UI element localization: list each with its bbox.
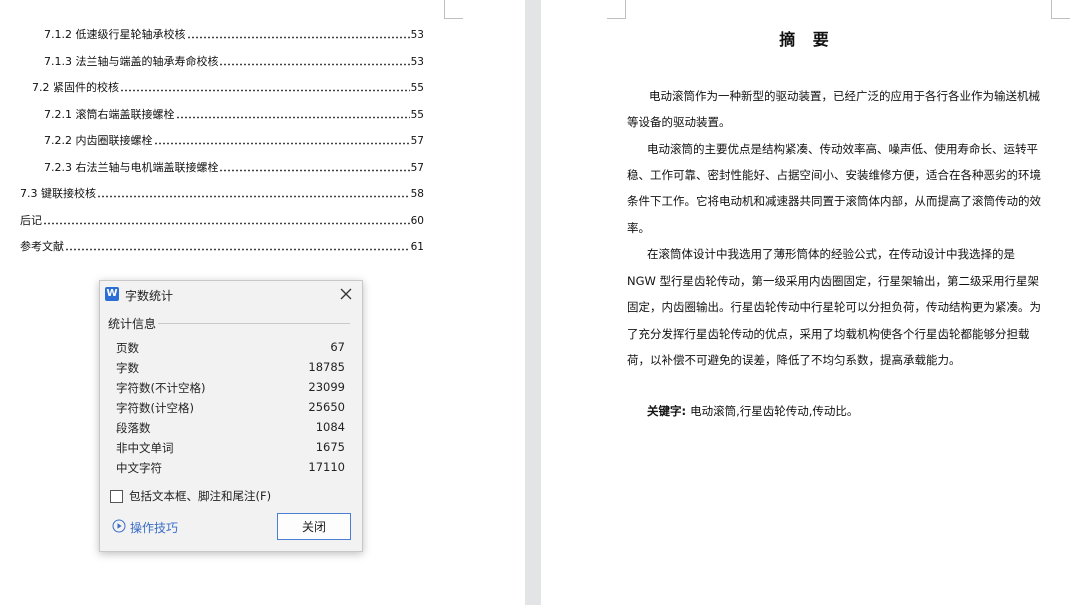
abstract-text-line: 固定，内齿圈输出。行星齿轮传动中行星轮可以分担负荷，传动结构更为紧凑。为 [627, 300, 1041, 314]
toc-entry-title: 7.1.3 法兰轴与端盖的轴承寿命校核 [44, 55, 219, 68]
stat-row-pages: 页数 67 [116, 337, 345, 357]
stat-label: 字符数(不计空格) [116, 381, 206, 395]
stat-row-chinese-chars: 中文字符 17110 [116, 457, 345, 477]
toc-leader-dots [43, 222, 410, 225]
tips-link[interactable]: 操作技巧 [112, 519, 178, 536]
toc-entry-title: 7.2 紧固件的校核 [32, 81, 119, 94]
page-corner-mark [444, 0, 463, 19]
abstract-text-line: 条件下工作。它将电动机和减速器共同置于滚筒体内部，从而提高了滚筒传动的效 [627, 194, 1041, 208]
stat-row-chars-with-spaces: 字符数(计空格) 25650 [116, 397, 345, 417]
stat-value: 23099 [308, 380, 345, 394]
toc-entry-page: 57 [410, 135, 424, 147]
abstract-title: 摘 要 [779, 30, 835, 49]
stat-value: 18785 [308, 360, 345, 374]
toc-leader-dots [97, 195, 410, 198]
close-icon[interactable] [336, 284, 356, 304]
toc-entry-page: 60 [410, 215, 424, 227]
toc-entry-page: 55 [410, 109, 424, 121]
stat-row-chars-no-spaces: 字符数(不计空格) 23099 [116, 377, 345, 397]
stat-label: 中文字符 [116, 461, 162, 475]
toc-entry[interactable]: 7.2.3 右法兰轴与电机端盖联接螺栓 57 [44, 157, 424, 175]
abstract-text-line: 荷，以补偿不可避免的误差，降低了不均匀系数，提高承载能力。 [627, 353, 961, 367]
toc-leader-dots [219, 169, 410, 172]
stat-row-non-chinese-words: 非中文单词 1675 [116, 437, 345, 457]
stat-label: 字符数(计空格) [116, 401, 194, 415]
toc-leader-dots [175, 116, 410, 119]
tips-label: 操作技巧 [130, 521, 179, 535]
dialog-titlebar[interactable]: W 字数统计 [100, 281, 362, 307]
stat-value: 67 [330, 340, 345, 354]
stat-value: 25650 [308, 400, 345, 414]
section-divider [158, 323, 350, 324]
abstract-text-line: 率。 [627, 221, 650, 235]
keywords-label: 关键字: [647, 404, 687, 418]
dialog-title: 字数统计 [125, 289, 174, 303]
toc-leader-dots [186, 36, 410, 39]
abstract-text-line: 稳、工作可靠、密封性能好、占据空间小、安装维修方便，适合在各种恶劣的环境 [627, 168, 1041, 182]
toc-entry-title: 7.3 键联接校核 [20, 187, 96, 200]
page-corner-mark [607, 0, 626, 19]
keywords-line: 关键字: 电动滚筒,行星齿轮传动,传动比。 [647, 403, 858, 419]
toc-entry-title: 7.2.3 右法兰轴与电机端盖联接螺栓 [44, 161, 219, 174]
toc-entry-title: 后记 [20, 214, 42, 227]
toc-entry-page: 61 [410, 241, 424, 253]
include-textbox-footnotes-checkbox[interactable]: 包括文本框、脚注和尾注(F) [110, 488, 271, 504]
toc-entry-title: 7.2.2 内齿圈联接螺栓 [44, 134, 153, 147]
stat-value: 1675 [315, 440, 345, 454]
stat-label: 页数 [116, 341, 139, 355]
abstract-text-line: 等设备的驱动装置。 [627, 115, 731, 129]
toc-entry-title: 7.2.1 滚筒右端盖联接螺栓 [44, 108, 175, 121]
toc-entry[interactable]: 7.1.3 法兰轴与端盖的轴承寿命校核 53 [44, 51, 424, 69]
stat-label: 非中文单词 [116, 441, 174, 455]
toc-entry[interactable]: 7.1.2 低速级行星轮轴承校核 53 [44, 24, 424, 42]
abstract-text-line: 电动滚筒作为一种新型的驱动装置，已经广泛的应用于各行各业作为输送机械 [649, 89, 1040, 103]
app-logo-icon: W [105, 287, 119, 301]
stat-value: 17110 [308, 460, 345, 474]
abstract-text-line: 在滚筒体设计中我选用了薄形筒体的经验公式，在传动设计中我选择的是 [647, 247, 1015, 261]
toc-entry-title: 参考文献 [20, 240, 64, 253]
toc-entry-page: 53 [410, 56, 424, 68]
toc-entry-page: 57 [410, 162, 424, 174]
toc-leader-dots [65, 248, 410, 251]
toc-entry-page: 53 [410, 29, 424, 41]
toc-entry-page: 58 [410, 188, 424, 200]
toc-entry[interactable]: 7.3 键联接校核 58 [20, 183, 424, 201]
word-count-dialog: W 字数统计 统计信息 页数 67 字数 18785 字符数(不计空格) 230… [99, 280, 363, 552]
toc-leader-dots [153, 142, 410, 145]
page-gap [525, 0, 541, 605]
abstract-text-line: 了充分发挥行星齿轮传动的优点，采用了均载机构使各个行星齿轮都能够分担载 [627, 327, 1030, 341]
toc-entry[interactable]: 7.2 紧固件的校核 55 [32, 77, 424, 95]
toc-entry[interactable]: 参考文献 61 [20, 236, 424, 254]
document-page-right: 摘 要 电动滚筒作为一种新型的驱动装置，已经广泛的应用于各行各业作为输送机械 等… [541, 0, 1073, 605]
stats-section-label: 统计信息 [108, 317, 157, 331]
toc-entry-title: 7.1.2 低速级行星轮轴承校核 [44, 28, 186, 41]
stat-label: 段落数 [116, 421, 151, 435]
checkbox-label: 包括文本框、脚注和尾注(F) [129, 489, 272, 503]
checkbox-box[interactable] [110, 489, 123, 503]
toc-entry[interactable]: 后记 60 [20, 210, 424, 228]
close-button[interactable]: 关闭 [277, 513, 351, 540]
stat-value: 1084 [315, 420, 345, 434]
stat-row-paragraphs: 段落数 1084 [116, 417, 345, 437]
toc-entry[interactable]: 7.2.2 内齿圈联接螺栓 57 [44, 130, 424, 148]
stat-row-words: 字数 18785 [116, 357, 345, 377]
play-circle-icon [112, 519, 130, 536]
stat-label: 字数 [116, 361, 139, 375]
abstract-text-line: NGW 型行星齿轮传动，第一级采用内齿圈固定，行星架输出，第二级采用行星架 [627, 274, 1040, 288]
toc-leader-dots [120, 89, 410, 92]
toc-leader-dots [219, 63, 410, 66]
abstract-text-line: 电动滚筒的主要优点是结构紧凑、传动效率高、噪声低、使用寿命长、运转平 [647, 142, 1038, 156]
toc-entry-page: 55 [410, 82, 424, 94]
toc-entry[interactable]: 7.2.1 滚筒右端盖联接螺栓 55 [44, 104, 424, 122]
page-corner-mark [1051, 0, 1070, 19]
keywords-text: 电动滚筒,行星齿轮传动,传动比。 [690, 404, 859, 418]
